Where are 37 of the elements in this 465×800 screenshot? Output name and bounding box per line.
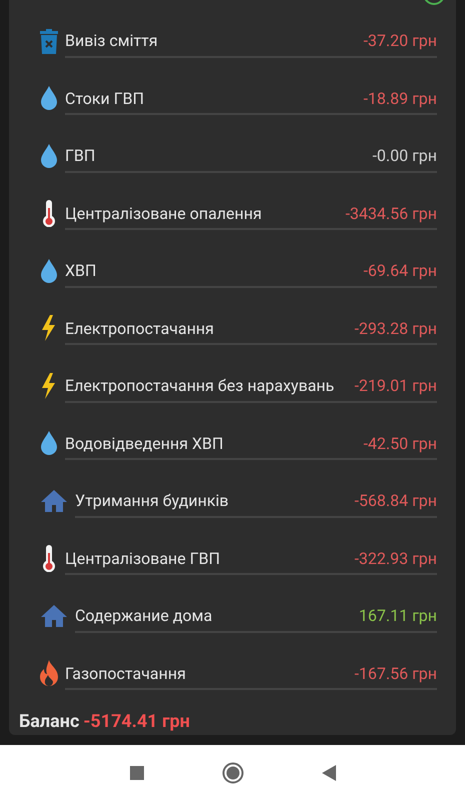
- amount: -18.89 грн: [363, 88, 437, 108]
- water-drop-icon: [39, 258, 59, 284]
- house-icon: [40, 488, 68, 513]
- amount: -568.84 грн: [354, 491, 437, 510]
- amount: 167.11 грн: [358, 606, 437, 626]
- balance-amount: -5174.41 грн: [83, 711, 190, 732]
- flame-icon: [38, 659, 60, 688]
- back-icon[interactable]: [322, 764, 336, 780]
- utility-name: Газопостачання: [65, 664, 186, 683]
- home-icon[interactable]: [222, 762, 244, 784]
- utility-name: Утримання будинків: [75, 491, 229, 510]
- amount: -293.28 грн: [354, 318, 437, 338]
- water-drop-icon: [39, 142, 59, 169]
- balance-label: Баланс: [19, 711, 80, 732]
- utility-name: ХВП: [65, 261, 96, 280]
- amount: -322.93 грн: [354, 548, 437, 568]
- utility-name: Електропостачання без нарахувань: [65, 376, 334, 396]
- utility-name: Централізоване ГВП: [65, 548, 220, 568]
- water-drop-icon: [39, 430, 59, 456]
- amount: -167.56 грн: [354, 664, 437, 683]
- amount: -42.50 грн: [363, 434, 437, 453]
- utility-name: ГВП: [65, 146, 96, 166]
- utility-name: Централізоване опалення: [65, 204, 262, 223]
- utility-name: Стоки ГВП: [65, 88, 144, 108]
- amount: -3434.56 грн: [346, 204, 437, 223]
- water-drop-icon: [39, 85, 59, 112]
- utility-name: Водовідведення ХВП: [65, 434, 224, 453]
- amount: -0.00 грн: [372, 146, 437, 166]
- utility-name: Електропостачання: [65, 318, 214, 338]
- recents-icon[interactable]: [130, 766, 144, 780]
- utility-name: Содержание дома: [75, 606, 212, 626]
- trash-icon: [39, 28, 59, 54]
- amount: -37.20 грн: [363, 31, 437, 50]
- amount: -219.01 грн: [354, 376, 437, 396]
- house-icon: [40, 604, 68, 628]
- utility-name: Вивіз сміття: [65, 31, 158, 50]
- amount: -69.64 грн: [363, 261, 437, 280]
